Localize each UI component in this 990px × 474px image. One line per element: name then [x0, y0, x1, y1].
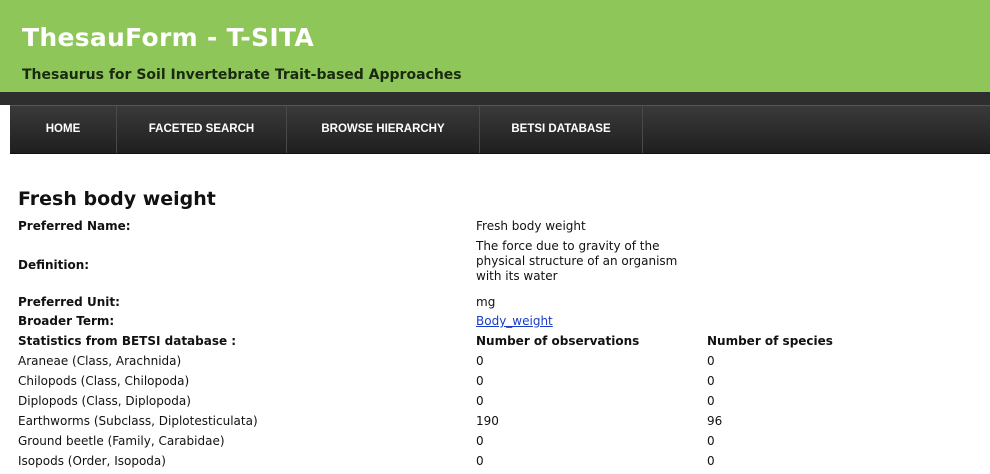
table-row-taxon: Earthworms (Subclass, Diplotesticulata)	[18, 414, 258, 428]
table-row-taxon: Chilopods (Class, Chilopoda)	[18, 374, 190, 388]
broader-term-link[interactable]: Body_weight	[476, 314, 553, 328]
table-row-observations: 0	[476, 374, 484, 388]
nav-betsi-database[interactable]: BETSI DATABASE	[480, 106, 643, 153]
page-title: Fresh body weight	[18, 188, 216, 210]
preferred-unit-label: Preferred Unit:	[18, 295, 120, 309]
table-row-taxon: Isopods (Order, Isopoda)	[18, 454, 166, 468]
nav-home[interactable]: HOME	[10, 106, 117, 153]
col-header-observations: Number of observations	[476, 334, 640, 348]
table-row-observations: 0	[476, 434, 484, 448]
site-subtitle: Thesaurus for Soil Invertebrate Trait-ba…	[22, 67, 462, 83]
broader-term-label: Broader Term:	[18, 314, 115, 328]
preferred-unit-value: mg	[476, 295, 496, 309]
nav-browse-hierarchy[interactable]: BROWSE HIERARCHY	[287, 106, 480, 153]
preferred-name-value: Fresh body weight	[476, 219, 586, 233]
table-row-species: 96	[707, 414, 723, 428]
table-row-observations: 0	[476, 394, 484, 408]
col-header-species: Number of species	[707, 334, 833, 348]
table-row-taxon: Diplopods (Class, Diplopoda)	[18, 394, 191, 408]
table-row-species: 0	[707, 374, 715, 388]
table-row-species: 0	[707, 434, 715, 448]
table-row-taxon: Ground beetle (Family, Carabidae)	[18, 434, 225, 448]
table-row-observations: 190	[476, 414, 499, 428]
nav-faceted-search[interactable]: FACETED SEARCH	[117, 106, 287, 153]
table-row-species: 0	[707, 354, 715, 368]
table-row-observations: 0	[476, 454, 484, 468]
definition-label: Definition:	[18, 258, 90, 272]
preferred-name-label: Preferred Name:	[18, 219, 131, 233]
stats-header-label: Statistics from BETSI database :	[18, 334, 237, 348]
table-row-species: 0	[707, 394, 715, 408]
header-divider	[0, 92, 990, 105]
table-row-taxon: Araneae (Class, Arachnida)	[18, 354, 182, 368]
site-title[interactable]: ThesauForm - T-SITA	[22, 23, 314, 52]
site-header: ThesauForm - T-SITA Thesaurus for Soil I…	[0, 0, 990, 92]
table-row-observations: 0	[476, 354, 484, 368]
definition-value: The force due to gravity of the physical…	[476, 239, 678, 283]
main-nav: HOME FACETED SEARCH BROWSE HIERARCHY BET…	[10, 105, 990, 154]
table-row-species: 0	[707, 454, 715, 468]
